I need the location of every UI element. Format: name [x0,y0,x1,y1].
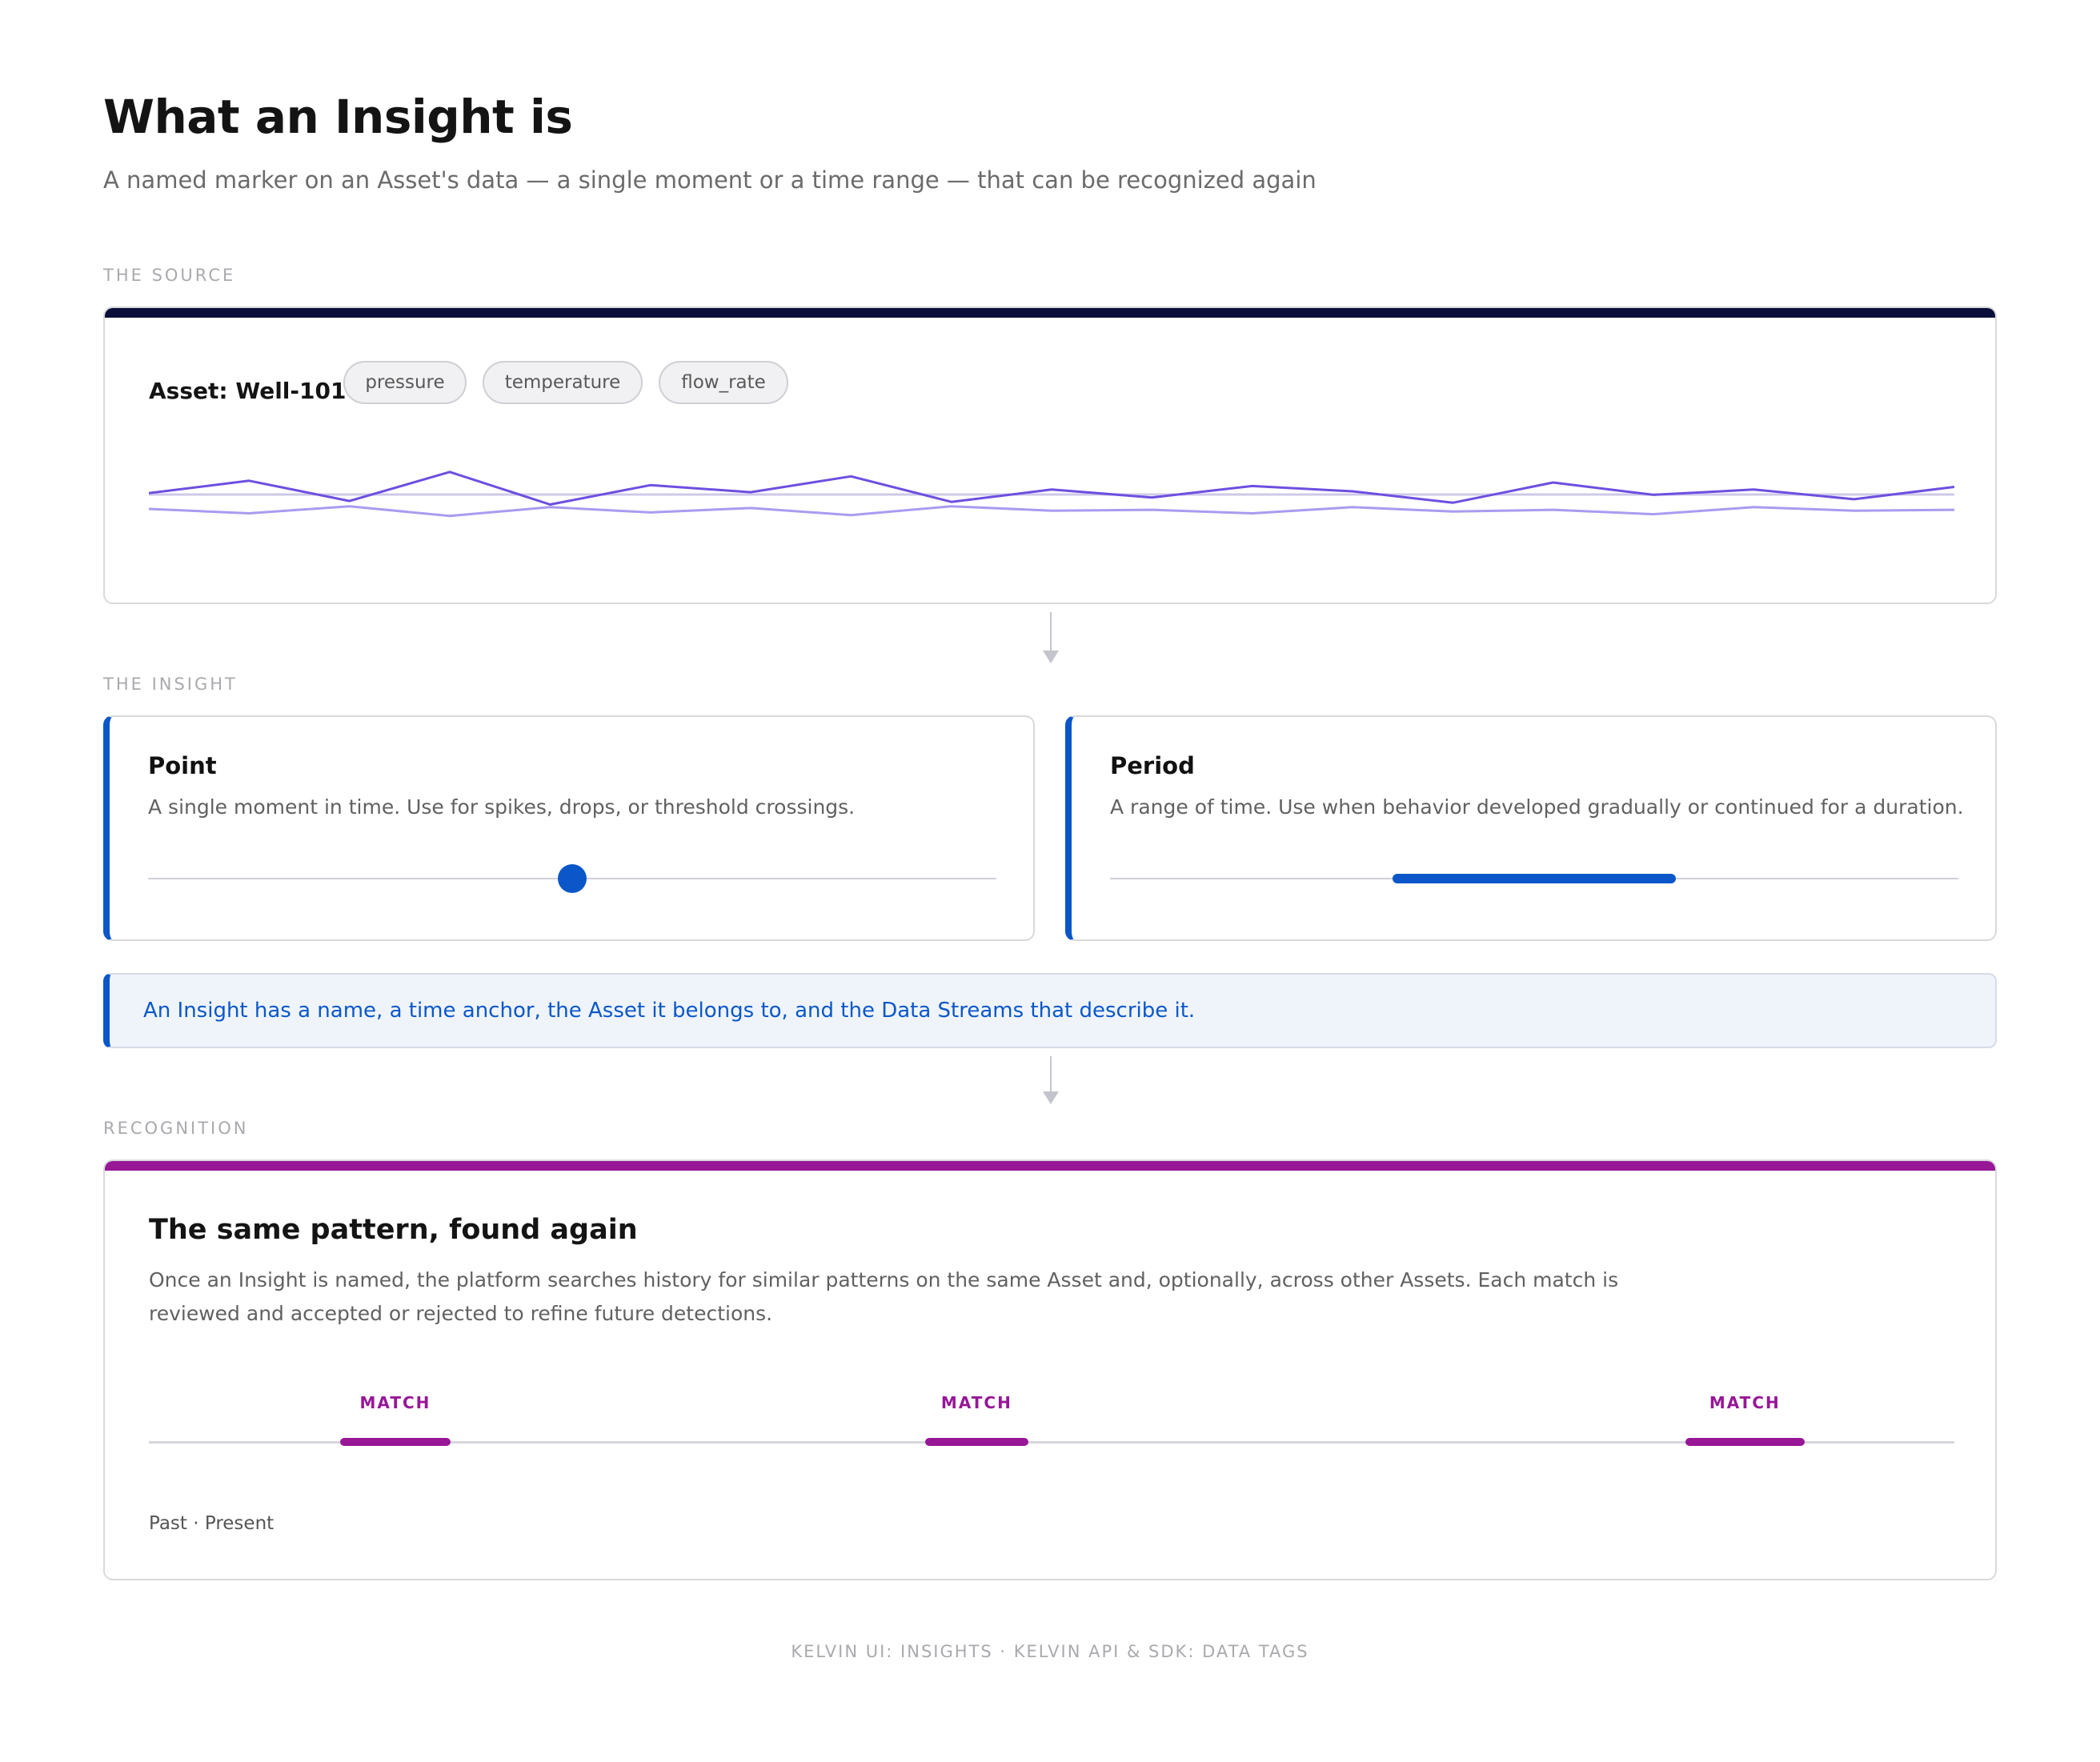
period-card: Period A range of time. Use when behavio… [1065,715,1997,941]
match-label: MATCH [1709,1393,1781,1412]
period-description: A range of time. Use when behavior devel… [1110,795,1964,819]
recognition-description: Once an Insight is named, the platform s… [149,1268,1619,1325]
period-range-bar [1392,874,1676,883]
arrow-down-icon [1043,1091,1059,1104]
insight-definition-note: An Insight has a name, a time anchor, th… [103,973,1997,1048]
section-label-recognition: RECOGNITION [103,1119,249,1138]
footer-sources: KELVIN UI: INSIGHTS · KELVIN API & SDK: … [791,1642,1309,1661]
recognition-title: The same pattern, found again [149,1214,638,1246]
insight-definition-text: An Insight has a name, a time anchor, th… [143,999,1196,1023]
point-marker [558,864,587,893]
point-card: Point A single moment in time. Use for s… [103,715,1035,941]
page-title: What an Insight is [103,90,573,144]
match-label: MATCH [359,1393,431,1412]
stream-chip[interactable]: temperature [483,361,643,404]
recognition-card: The same pattern, found again Once an In… [103,1159,1997,1580]
flow-arrow-line [1050,612,1052,652]
match-bar[interactable] [340,1438,451,1446]
source-card: Asset: Well-101 pressure temperature flo… [103,306,1997,604]
flow-arrow-line [1050,1056,1052,1093]
signal-line-secondary [149,505,1954,518]
match-bar[interactable] [925,1438,1028,1446]
stream-chip[interactable]: flow_rate [659,361,788,404]
recognition-accent-bar [105,1161,1995,1171]
page-subtitle: A named marker on an Asset's data — a si… [103,166,1317,194]
signal-line-primary [149,471,1954,506]
source-accent-bar [105,308,1995,318]
match-label: MATCH [940,1393,1012,1412]
point-description: A single moment in time. Use for spikes,… [148,795,856,819]
stream-chips: pressure temperature flow_rate [105,361,1995,404]
match-bar[interactable] [1685,1438,1805,1446]
period-title: Period [1110,752,1195,779]
timeline-caption: Past · Present [149,1513,275,1534]
point-title: Point [148,752,217,779]
arrow-down-icon [1043,651,1059,663]
match-timeline: MATCH MATCH MATCH [149,1393,1954,1457]
signal-chart [149,471,1954,518]
stream-chip[interactable]: pressure [343,361,467,404]
section-label-source: THE SOURCE [103,266,236,285]
section-label-insight: THE INSIGHT [103,675,238,694]
